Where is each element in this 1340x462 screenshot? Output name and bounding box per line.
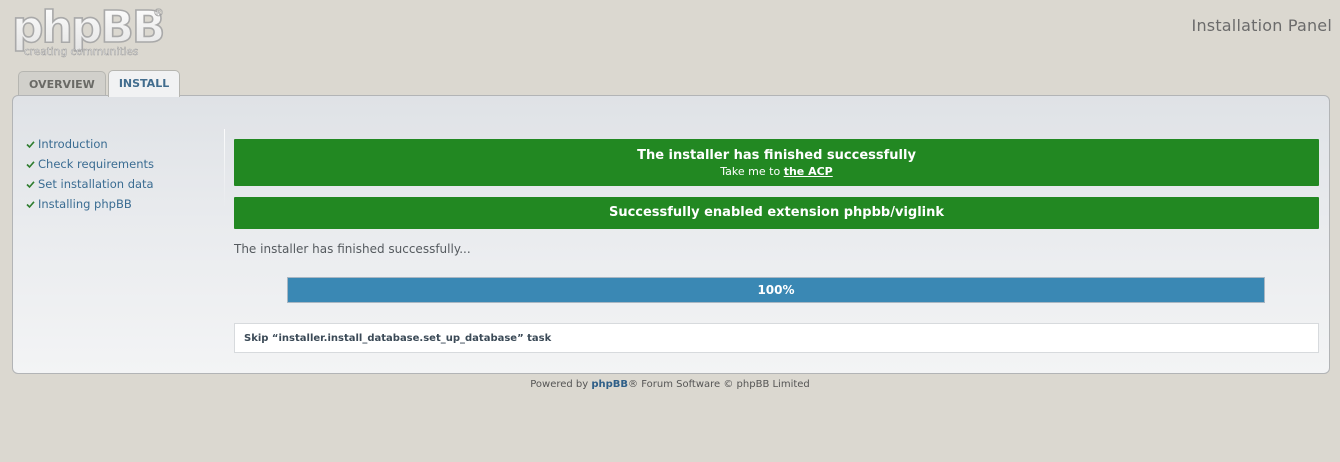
svg-text:creating communities: creating communities <box>24 46 138 58</box>
tab-overview[interactable]: OVERVIEW <box>18 71 106 96</box>
phpbb-logo-image: phpBB creating communities ® <box>11 2 166 58</box>
check-icon <box>26 140 35 148</box>
main-panel: Introduction Check requirements Set inst… <box>12 95 1330 374</box>
extension-success-box: Successfully enabled extension phpbb/vig… <box>234 197 1319 229</box>
svg-text:®: ® <box>153 6 164 19</box>
progress-bar: 100% <box>287 277 1265 303</box>
sidebar-nav: Introduction Check requirements Set inst… <box>26 134 226 214</box>
tab-bar: OVERVIEW INSTALL <box>18 70 181 97</box>
sidebar-item-label: Introduction <box>38 137 108 151</box>
success-title: The installer has finished successfully <box>637 148 916 163</box>
page-title: Installation Panel <box>1191 16 1332 35</box>
sidebar-item-label: Installing phpBB <box>38 197 132 211</box>
sidebar-item-label: Set installation data <box>38 177 154 191</box>
success-subtitle: Take me to the ACP <box>234 164 1319 179</box>
footer: Powered by phpBB® Forum Software © phpBB… <box>0 379 1340 390</box>
tab-install[interactable]: INSTALL <box>107 70 181 97</box>
sidebar-item-set-installation-data[interactable]: Set installation data <box>26 174 226 194</box>
sidebar-item-introduction[interactable]: Introduction <box>26 134 226 154</box>
footer-suffix: ® Forum Software © phpBB Limited <box>628 379 810 390</box>
success-sub-prefix: Take me to <box>720 165 784 178</box>
main-content: The installer has finished successfully … <box>234 139 1319 353</box>
phpbb-logo: phpBB creating communities ® <box>10 2 170 60</box>
sidebar-item-label: Check requirements <box>38 157 154 171</box>
sidebar-item-installing-phpbb[interactable]: Installing phpBB <box>26 194 226 214</box>
check-icon <box>26 180 35 188</box>
log-message: Skip “installer.install_database.set_up_… <box>234 323 1319 353</box>
footer-phpbb-link[interactable]: phpBB <box>591 379 628 390</box>
progress-label: 100% <box>757 283 795 297</box>
install-success-box: The installer has finished successfully … <box>234 139 1319 186</box>
footer-prefix: Powered by <box>530 379 592 390</box>
acp-link[interactable]: the ACP <box>784 165 833 178</box>
sidebar-item-check-requirements[interactable]: Check requirements <box>26 154 226 174</box>
check-icon <box>26 200 35 208</box>
status-text: The installer has finished successfully.… <box>234 242 471 256</box>
sidebar-divider <box>224 129 225 209</box>
check-icon <box>26 160 35 168</box>
